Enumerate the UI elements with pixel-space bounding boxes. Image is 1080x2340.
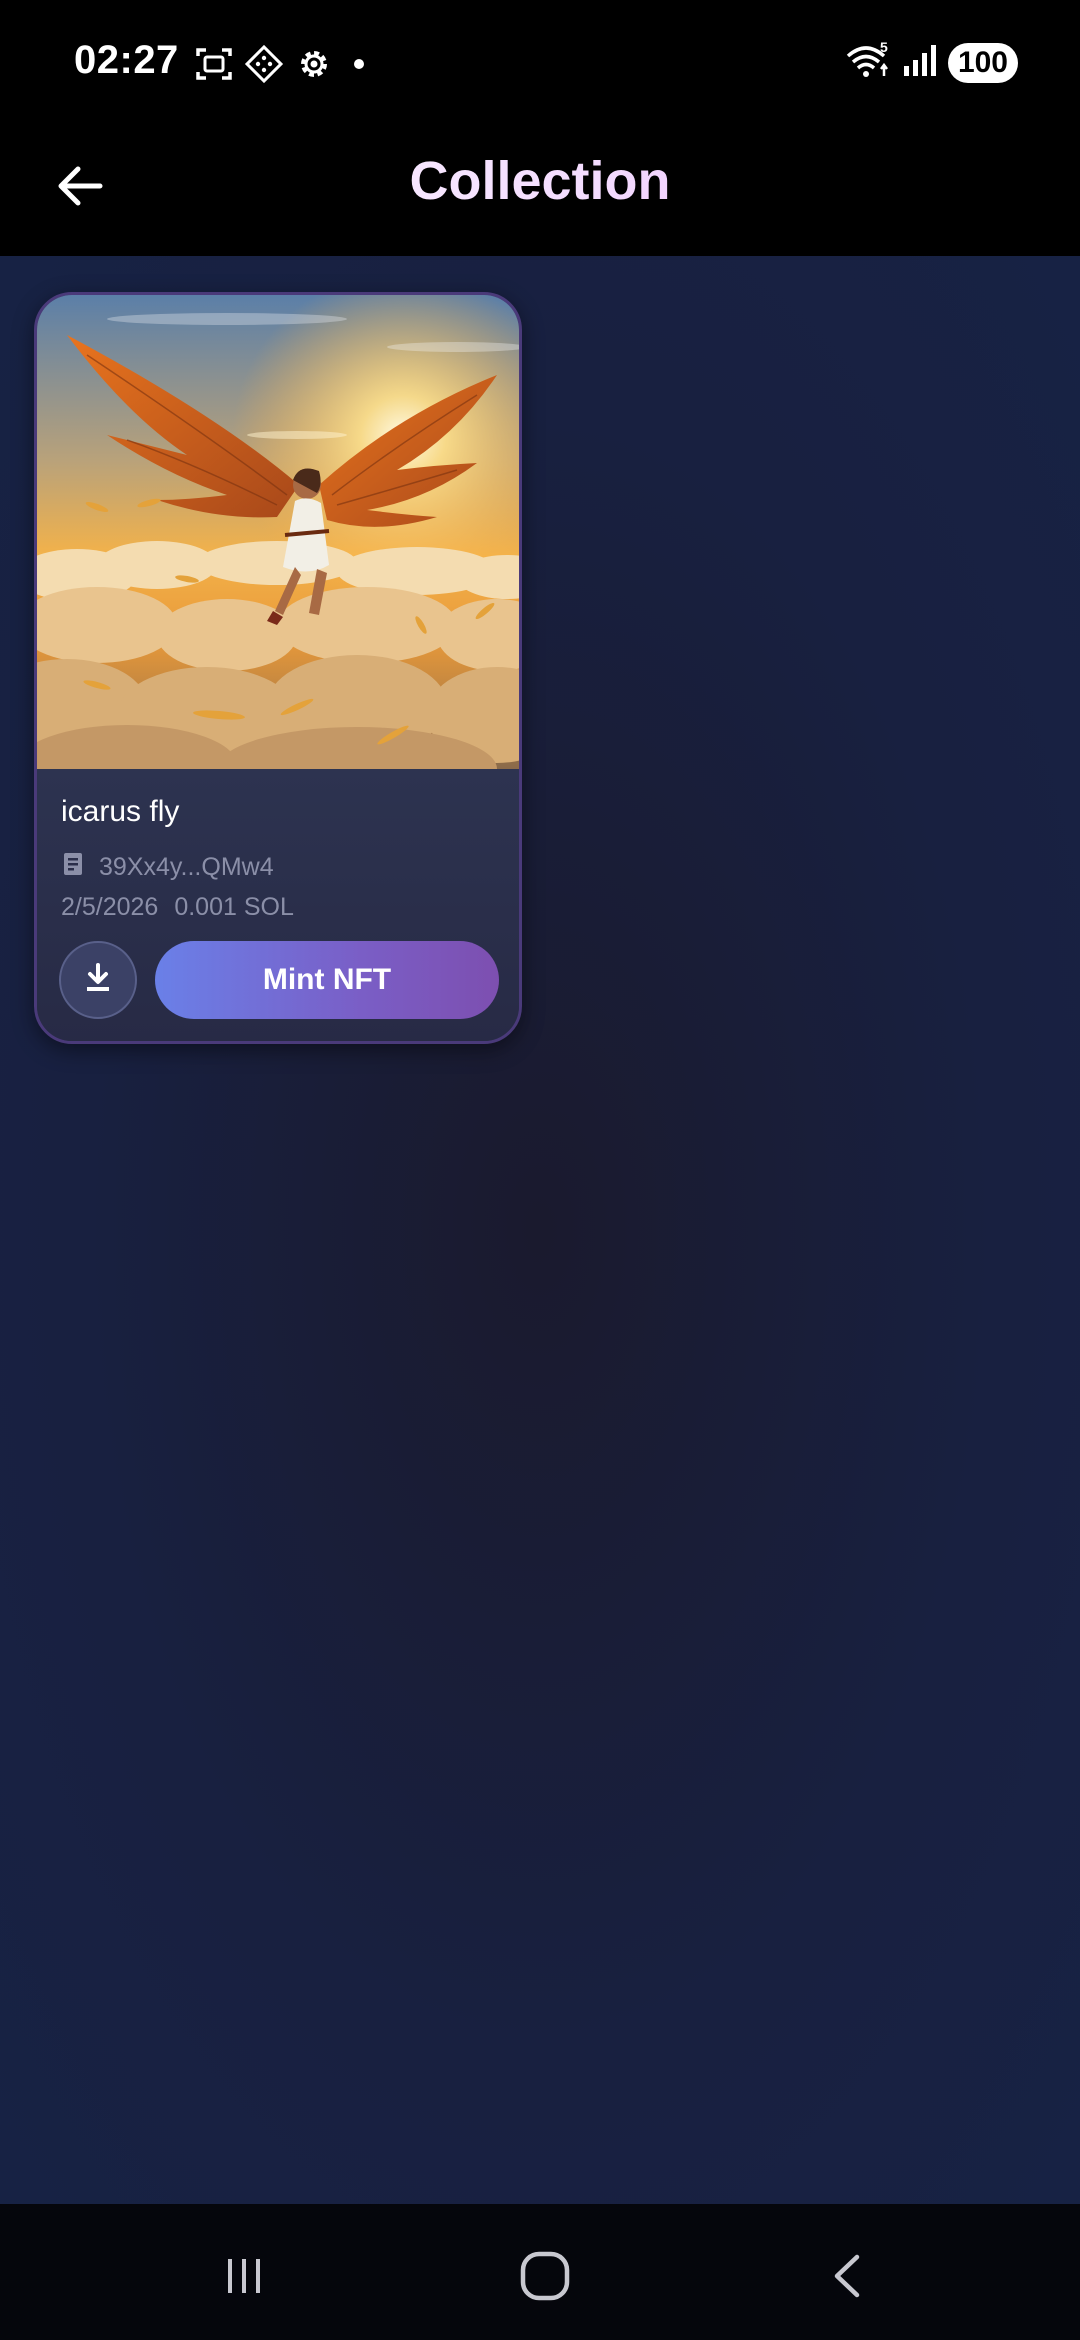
wallet-address: 39Xx4y...QMw4 xyxy=(99,853,274,881)
back-icon xyxy=(823,2251,873,2306)
recents-icon xyxy=(219,2251,269,2306)
document-icon xyxy=(61,851,85,884)
card-details: icarus fly 39Xx4y...QMw4 2/5/2026 0.001 … xyxy=(37,769,519,1041)
screen: 02:27 5 100 Collection icarus fly 39Xx4y… xyxy=(0,0,1080,2340)
system-back-button[interactable] xyxy=(808,2248,888,2308)
mint-nft-button[interactable]: Mint NFT xyxy=(155,941,499,1019)
artwork-title: icarus fly xyxy=(61,795,180,828)
status-icons-right: 5 100 xyxy=(844,39,1018,85)
screenshot-icon xyxy=(194,44,234,84)
dot-icon xyxy=(344,44,374,84)
signal-icon xyxy=(902,40,938,85)
gear-icon xyxy=(294,44,334,84)
created-date: 2/5/2026 xyxy=(61,893,159,921)
status-icons-left xyxy=(194,44,374,84)
collection-card[interactable]: icarus fly 39Xx4y...QMw4 2/5/2026 0.001 … xyxy=(34,292,522,1044)
diamond-app-icon xyxy=(244,44,284,84)
home-icon xyxy=(517,2248,573,2309)
app-bar: Collection xyxy=(0,128,1080,256)
download-button[interactable] xyxy=(59,941,137,1019)
page-title: Collection xyxy=(0,150,1080,212)
recents-button[interactable] xyxy=(204,2248,284,2308)
artwork-image[interactable] xyxy=(37,295,519,769)
collection-grid: icarus fly 39Xx4y...QMw4 2/5/2026 0.001 … xyxy=(0,256,1080,2204)
battery-indicator: 100 xyxy=(947,42,1018,83)
status-bar: 02:27 5 100 xyxy=(0,0,1080,128)
wallet-row: 39Xx4y...QMw4 xyxy=(61,851,274,884)
home-button[interactable] xyxy=(505,2248,585,2308)
status-time: 02:27 xyxy=(74,38,179,82)
price: 0.001 SOL xyxy=(174,893,294,921)
meta-row: 2/5/2026 0.001 SOL xyxy=(61,893,294,922)
wifi-icon: 5 xyxy=(844,39,892,85)
wifi-label: 5 xyxy=(880,40,888,55)
download-icon xyxy=(81,961,115,1000)
navigation-bar xyxy=(0,2204,1080,2340)
